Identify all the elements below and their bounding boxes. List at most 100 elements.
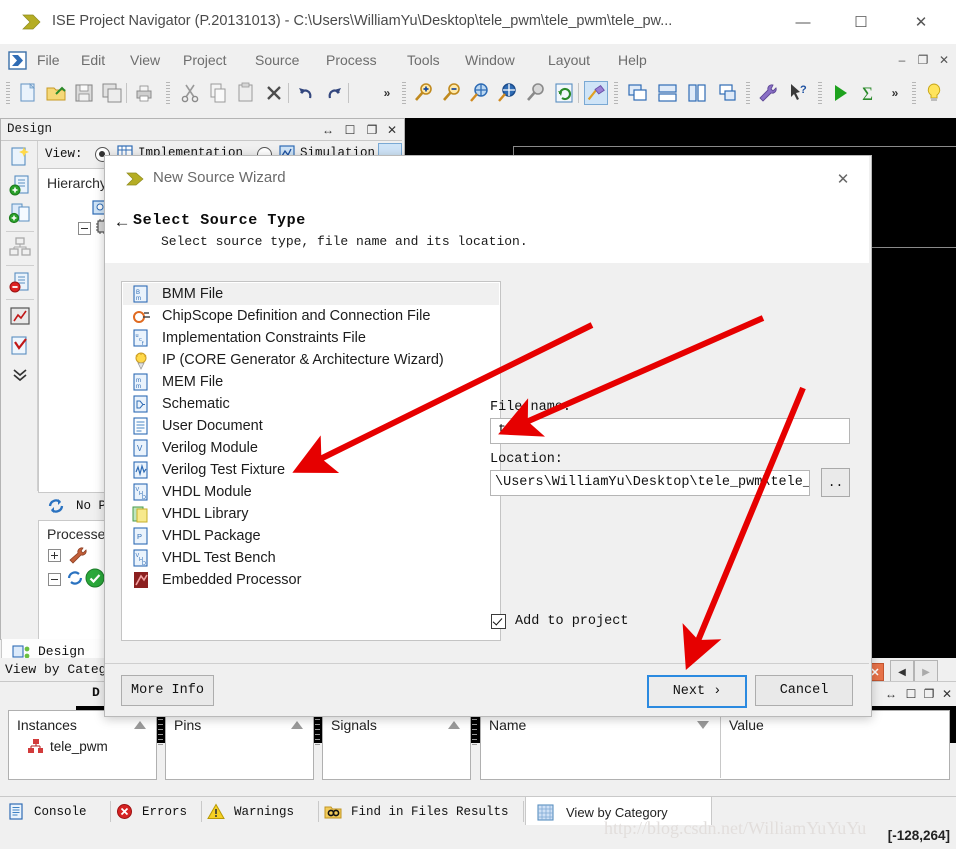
sort-ascending-icon[interactable] — [133, 720, 147, 730]
zoom-fit-icon[interactable] — [468, 81, 492, 105]
refresh-icon[interactable] — [552, 81, 576, 105]
undo-icon[interactable] — [294, 81, 318, 105]
print-icon[interactable] — [132, 81, 156, 105]
toolbar-overflow-button-2[interactable]: » — [888, 86, 902, 100]
menu-tools[interactable]: Tools — [400, 50, 447, 71]
zoom-in-icon[interactable] — [412, 81, 436, 105]
resize-icon[interactable]: ↔ — [884, 687, 898, 701]
maximize-icon[interactable]: ☐ — [343, 123, 357, 137]
window-close-button[interactable]: ✕ — [898, 0, 944, 44]
context-help-icon[interactable]: ? — [786, 81, 810, 105]
location-browse-button[interactable]: .. — [821, 468, 850, 497]
menu-process[interactable]: Process — [319, 50, 384, 71]
toolbar-grip[interactable] — [6, 82, 10, 104]
list-item[interactable]: tele_pwm — [27, 738, 108, 754]
source-type-item-vhdl-library[interactable]: VHDL Library — [123, 503, 499, 525]
tile-horizontally-icon[interactable] — [656, 81, 680, 105]
mdi-restore-button[interactable]: ❐ — [915, 53, 931, 68]
source-type-item-schematic[interactable]: Schematic — [123, 393, 499, 415]
location-input[interactable]: \Users\WilliamYu\Desktop\tele_pwm\tele_p… — [490, 470, 810, 496]
cancel-button[interactable]: Cancel — [755, 675, 853, 706]
source-type-item-chipscope[interactable]: ChipScope Definition and Connection File — [123, 305, 499, 327]
float-icon[interactable]: ❐ — [365, 123, 379, 137]
remove-source-icon[interactable] — [8, 270, 32, 294]
menu-project[interactable]: Project — [176, 50, 234, 71]
splitter-handle[interactable] — [472, 719, 477, 749]
bottom-tab-console[interactable]: Console — [8, 797, 87, 826]
design-goals-icon[interactable] — [8, 334, 32, 358]
sort-ascending-icon[interactable] — [290, 720, 304, 730]
save-icon[interactable] — [72, 81, 96, 105]
source-type-item-mem-file[interactable]: mm MEM File — [123, 371, 499, 393]
maximize-icon[interactable]: ☐ — [904, 687, 918, 701]
zoom-selection-icon[interactable] — [496, 81, 520, 105]
new-source-icon[interactable] — [8, 145, 32, 169]
design-utilities-icon[interactable] — [756, 81, 780, 105]
source-type-item-implementation-constraints[interactable]: ucf Implementation Constraints File — [123, 327, 499, 349]
bottom-tab-errors[interactable]: Errors — [116, 797, 187, 826]
instances-panel[interactable]: Instances tele_pwm — [8, 710, 157, 780]
menu-file[interactable]: File — [30, 50, 67, 71]
dialog-close-button[interactable]: ✕ — [823, 162, 863, 196]
implement-top-module-icon[interactable] — [584, 81, 608, 105]
next-button[interactable]: Next › — [647, 675, 747, 708]
source-type-item-verilog-test-fixture[interactable]: Verilog Test Fixture — [123, 459, 499, 481]
source-type-item-vhdl-module[interactable]: VHD VHDL Module — [123, 481, 499, 503]
float-icon[interactable]: ❐ — [922, 687, 936, 701]
source-type-item-user-document[interactable]: User Document — [123, 415, 499, 437]
mdi-close-button[interactable]: ✕ — [936, 53, 952, 68]
toolbar-grip[interactable] — [166, 82, 170, 104]
run-icon[interactable] — [828, 81, 852, 105]
delete-icon[interactable] — [262, 81, 286, 105]
refresh-processes-icon[interactable] — [46, 496, 66, 516]
menu-help[interactable]: Help — [611, 50, 654, 71]
back-arrow-icon[interactable]: ← — [117, 214, 127, 233]
source-type-item-vhdl-test-bench[interactable]: VHD VHDL Test Bench — [123, 547, 499, 569]
name-value-panel[interactable]: Name Value — [480, 710, 950, 780]
menu-view[interactable]: View — [123, 50, 167, 71]
cascade-windows-icon[interactable] — [626, 81, 650, 105]
add-copy-of-source-icon[interactable] — [8, 201, 32, 225]
design-utilities-icon[interactable] — [67, 545, 89, 564]
sort-ascending-icon[interactable] — [447, 720, 461, 730]
copy-icon[interactable] — [206, 81, 230, 105]
tile-vertically-icon[interactable] — [686, 81, 710, 105]
source-type-item-ip-core[interactable]: IP (CORE Generator & Architecture Wizard… — [123, 349, 499, 371]
open-file-icon[interactable] — [44, 81, 68, 105]
menu-source[interactable]: Source — [248, 50, 306, 71]
file-name-input[interactable]: test — [490, 418, 850, 444]
source-type-item-verilog-module[interactable]: V Verilog Module — [123, 437, 499, 459]
save-all-icon[interactable] — [100, 81, 124, 105]
tree-collapse-toggle[interactable] — [78, 222, 91, 235]
bottom-tab-find-in-files[interactable]: Find in Files Results — [324, 797, 509, 826]
more-info-button[interactable]: More Info — [121, 675, 214, 706]
pins-panel[interactable]: Pins — [165, 710, 314, 780]
arrange-icons-icon[interactable] — [716, 81, 740, 105]
close-icon[interactable]: ✕ — [385, 123, 399, 137]
window-minimize-button[interactable]: — — [780, 0, 826, 44]
design-summary-icon[interactable] — [8, 304, 32, 328]
bottom-tab-warnings[interactable]: Warnings — [207, 797, 294, 826]
zoom-out-icon[interactable] — [440, 81, 464, 105]
splitter-handle[interactable] — [158, 719, 163, 749]
toolbar-grip[interactable] — [818, 82, 822, 104]
cut-icon[interactable] — [178, 81, 202, 105]
source-type-item-vhdl-package[interactable]: P VHDL Package — [123, 525, 499, 547]
source-type-item-bmm-file[interactable]: Bm BMM File — [123, 283, 499, 305]
mdi-minimize-button[interactable]: – — [894, 53, 910, 68]
new-file-icon[interactable] — [16, 81, 40, 105]
tip-of-the-day-icon[interactable] — [922, 81, 946, 105]
manage-configuration-icon[interactable] — [8, 236, 32, 260]
menu-layout[interactable]: Layout — [541, 50, 597, 71]
toolbar-grip[interactable] — [912, 82, 916, 104]
window-maximize-button[interactable]: ☐ — [838, 0, 884, 44]
paste-icon[interactable] — [234, 81, 258, 105]
toolbar-grip[interactable] — [402, 82, 406, 104]
close-icon[interactable]: ✕ — [940, 687, 954, 701]
sort-descending-icon[interactable] — [696, 720, 710, 730]
process-expand-toggle[interactable] — [48, 549, 61, 562]
synthesize-icon[interactable] — [65, 569, 85, 588]
more-icon[interactable] — [10, 366, 30, 382]
add-to-project-checkbox[interactable]: Add to project — [491, 611, 628, 631]
add-source-icon[interactable] — [8, 173, 32, 197]
